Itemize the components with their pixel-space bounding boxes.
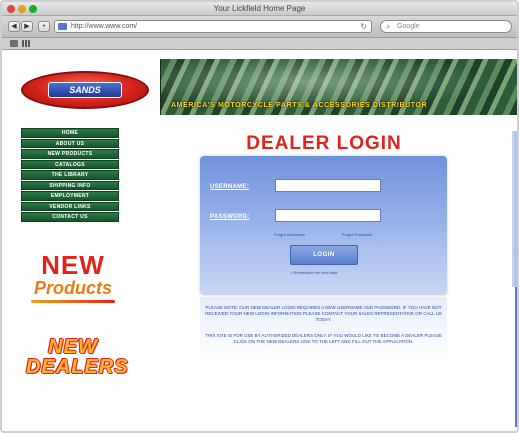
nav-item-library[interactable]: THE LIBRARY <box>21 170 119 180</box>
username-field[interactable] <box>275 179 381 192</box>
password-field[interactable] <box>275 209 381 222</box>
new-products-title: NEW <box>41 250 105 280</box>
nav-item-catalogs[interactable]: CATALOGS <box>21 159 119 169</box>
search-icon: ⌕ <box>386 22 391 31</box>
sidebar-nav: HOME ABOUT US NEW PRODUCTS CATALOGS THE … <box>21 128 119 223</box>
info-notice-2: THIS SITE IS FOR USE BY AUTHORIZED DEALE… <box>205 333 442 344</box>
nav-item-new-products[interactable]: NEW PRODUCTS <box>21 149 119 159</box>
site-logo[interactable]: SANDS <box>21 71 149 109</box>
reload-icon[interactable]: ↻ <box>360 21 367 32</box>
back-button[interactable]: ◀ <box>8 21 20 32</box>
address-url: http://www.www.com/ <box>71 23 138 30</box>
web-page: SANDS AMERICA'S MOTORCYCLE PARTS & ACCES… <box>2 51 517 431</box>
remember-me-checkbox[interactable]: □ Remember me next time <box>290 270 370 275</box>
login-button[interactable]: LOGIN <box>290 245 358 265</box>
nav-item-home[interactable]: HOME <box>21 128 119 138</box>
logo-wordmark: SANDS <box>48 82 122 98</box>
new-products-promo[interactable]: NEW Products <box>26 252 120 303</box>
bookmarks-bar <box>2 38 517 50</box>
search-placeholder: Google <box>397 23 420 30</box>
top-sites-icon[interactable] <box>22 40 30 47</box>
nav-item-employment[interactable]: EMPLOYMENT <box>21 191 119 201</box>
browser-window: Your Lickfield Home Page ◀ ▶ + http://ww… <box>0 0 519 433</box>
forward-button[interactable]: ▶ <box>21 21 33 32</box>
swoosh-divider <box>31 300 115 303</box>
right-edge-scroll <box>515 287 517 427</box>
nav-item-contact-us[interactable]: CONTACT US <box>21 212 119 222</box>
new-dealers-line2: DEALERS <box>26 356 129 378</box>
forgot-password-link[interactable]: Forgot Password <box>342 232 372 237</box>
banner-tagline: AMERICA'S MOTORCYCLE PARTS & ACCESSORIES… <box>171 102 428 109</box>
right-edge-panel <box>512 131 517 287</box>
login-panel: USERNAME: PASSWORD: Forgot Username Forg… <box>200 156 447 295</box>
info-notice-1: PLEASE NOTE: OUR NEW DEALER LOGIN REQUIR… <box>205 305 442 322</box>
search-input[interactable]: ⌕ Google <box>380 20 512 33</box>
login-heading: DEALER LOGIN <box>246 133 402 154</box>
nav-item-about-us[interactable]: ABOUT US <box>21 138 119 148</box>
browser-toolbar: ◀ ▶ + http://www.www.com/ ↻ ⌕ Google <box>2 16 517 38</box>
add-bookmark-button[interactable]: + <box>38 21 50 32</box>
new-dealers-line1: NEW <box>48 336 98 358</box>
nav-item-vendor-links[interactable]: VENDOR LINKS <box>21 201 119 211</box>
site-favicon-icon <box>58 23 67 30</box>
info-box: PLEASE NOTE: OUR NEW DEALER LOGIN REQUIR… <box>200 297 447 361</box>
title-bar: Your Lickfield Home Page <box>2 2 517 16</box>
header-banner: AMERICA'S MOTORCYCLE PARTS & ACCESSORIES… <box>160 59 517 115</box>
address-bar[interactable]: http://www.www.com/ ↻ <box>54 20 372 33</box>
forgot-username-link[interactable]: Forgot Username <box>274 232 305 237</box>
new-dealers-promo[interactable]: NEW DEALERS <box>26 336 129 378</box>
new-products-subtitle: Products <box>33 278 112 298</box>
username-label: USERNAME: <box>210 184 250 190</box>
password-label: PASSWORD: <box>210 214 250 220</box>
reading-list-icon[interactable] <box>10 40 18 47</box>
window-title: Your Lickfield Home Page <box>213 4 306 13</box>
nav-item-shipping-info[interactable]: SHIPPING INFO <box>21 180 119 190</box>
